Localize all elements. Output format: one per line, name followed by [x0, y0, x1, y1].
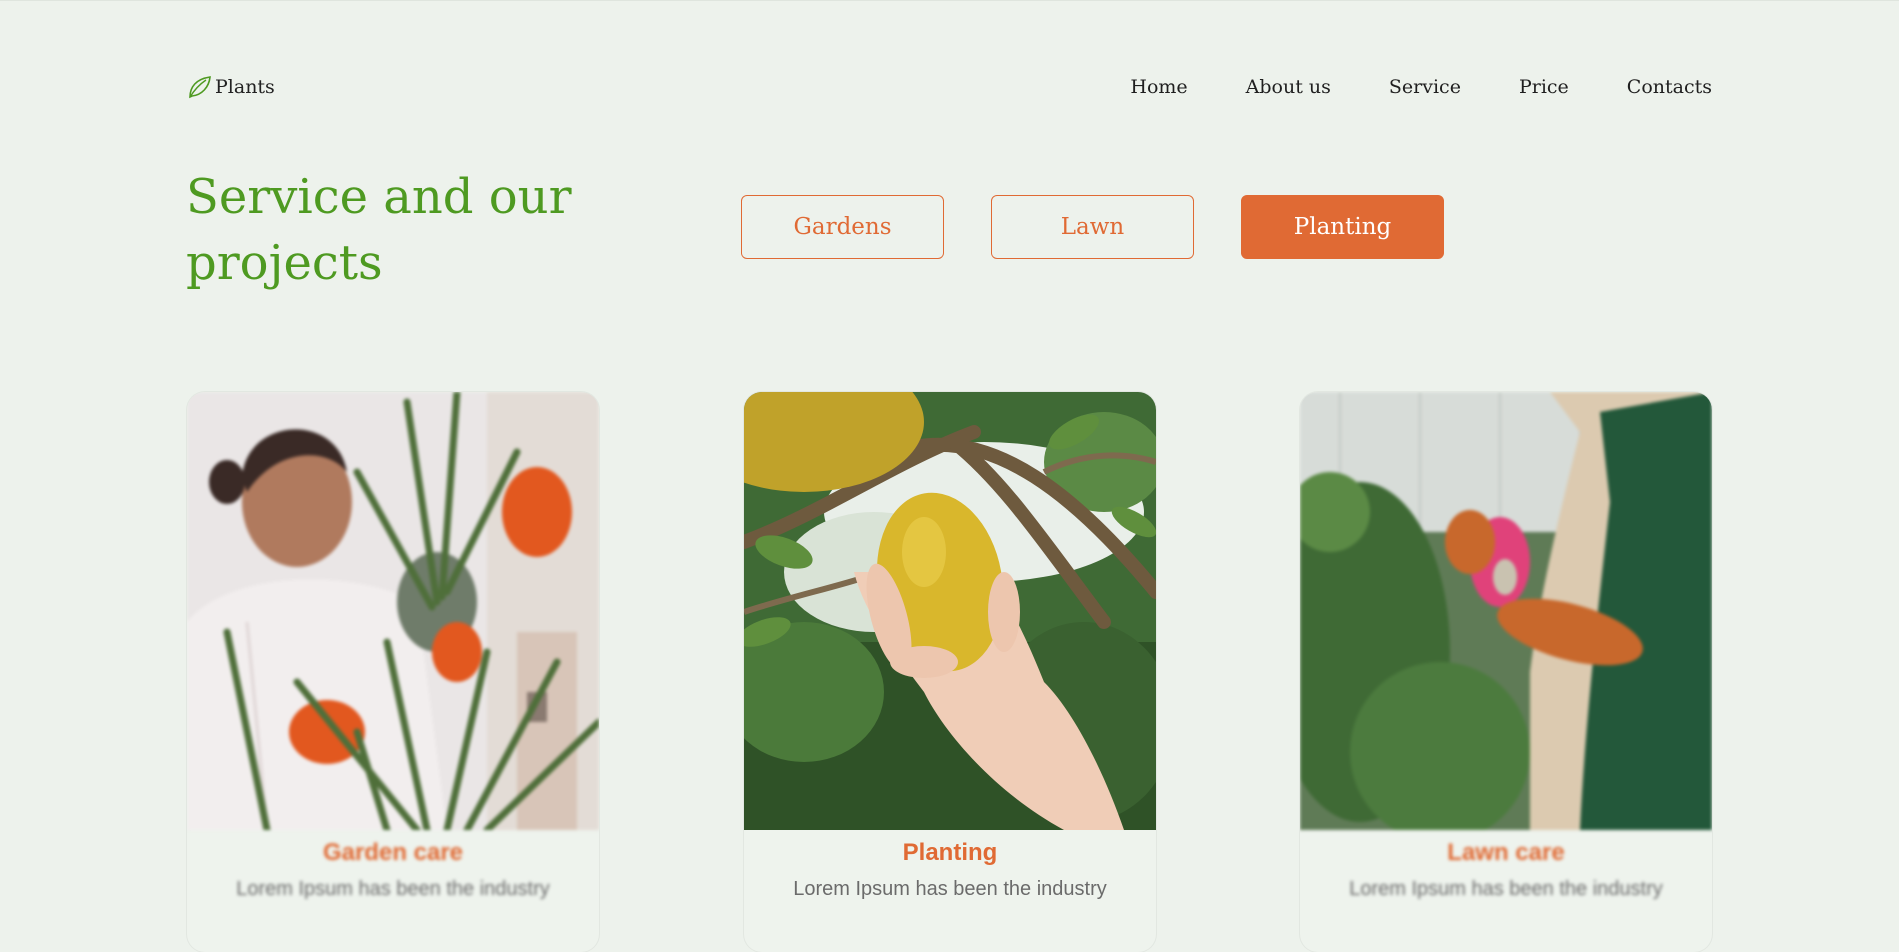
- nav-about-us[interactable]: About us: [1246, 76, 1331, 98]
- card-text: Lorem Ipsum has been the industry: [1349, 878, 1663, 900]
- card-text: Lorem Ipsum has been the industry: [236, 878, 550, 900]
- card-planting[interactable]: Planting Lorem Ipsum has been the indust…: [744, 392, 1156, 952]
- nav-price[interactable]: Price: [1519, 76, 1569, 98]
- planting-photo: [744, 392, 1156, 830]
- filter-lawn-button[interactable]: Lawn: [991, 195, 1194, 259]
- card-lawn-care[interactable]: Lawn care Lorem Ipsum has been the indus…: [1300, 392, 1712, 952]
- card-text: Lorem Ipsum has been the industry: [793, 878, 1107, 900]
- card-body: Garden care Lorem Ipsum has been the ind…: [187, 830, 599, 904]
- card-title: Lawn care: [1447, 839, 1565, 866]
- card-title: Garden care: [322, 839, 464, 866]
- card-title: Planting: [902, 839, 998, 866]
- logo-link[interactable]: Plants: [187, 71, 275, 103]
- lawn-care-photo: [1300, 392, 1712, 830]
- leaf-icon: [187, 74, 213, 100]
- service-filters: Gardens Lawn Planting: [741, 195, 1444, 259]
- project-cards: Garden care Lorem Ipsum has been the ind…: [187, 392, 1712, 952]
- card-garden-care[interactable]: Garden care Lorem Ipsum has been the ind…: [187, 392, 599, 952]
- section-title: Service and our projects: [186, 169, 572, 291]
- filter-planting-button[interactable]: Planting: [1241, 195, 1444, 259]
- site-header: Plants Home About us Service Price Conta…: [187, 71, 1712, 103]
- filter-gardens-button[interactable]: Gardens: [741, 195, 944, 259]
- garden-care-photo: [187, 392, 599, 830]
- main-nav: Home About us Service Price Contacts: [1130, 71, 1712, 103]
- logo-text: Plants: [215, 76, 275, 98]
- nav-service[interactable]: Service: [1389, 76, 1461, 98]
- card-body: Planting Lorem Ipsum has been the indust…: [744, 830, 1156, 904]
- nav-home[interactable]: Home: [1130, 76, 1187, 98]
- card-body: Lawn care Lorem Ipsum has been the indus…: [1300, 830, 1712, 904]
- nav-contacts[interactable]: Contacts: [1627, 76, 1712, 98]
